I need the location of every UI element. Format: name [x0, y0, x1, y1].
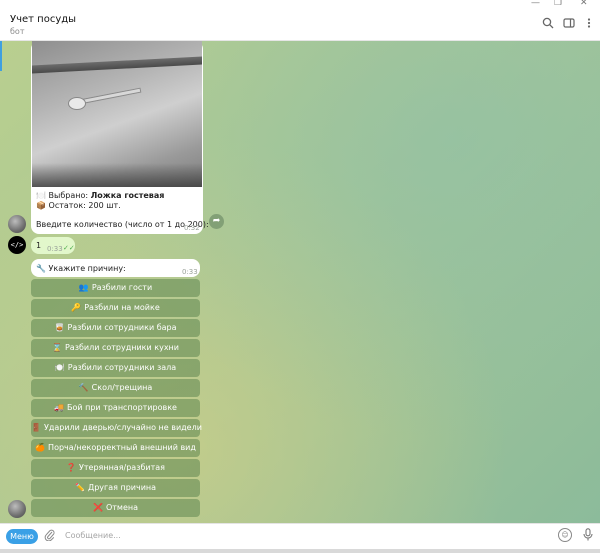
truck-icon: 🚚 — [54, 403, 64, 412]
microphone-icon[interactable] — [583, 528, 593, 544]
menu-button[interactable]: Меню — [6, 529, 38, 544]
spoon-photo[interactable] — [32, 41, 202, 187]
question-icon: ❓ — [66, 463, 76, 472]
stock-text: Остаток: 200 шт. — [48, 201, 121, 210]
chat-header: Учет посуды бот — [0, 8, 600, 41]
reason-button-hall-staff[interactable]: 🍽️ Разбили сотрудники зала — [31, 359, 200, 377]
search-icon[interactable] — [541, 17, 555, 31]
reason-button-transport[interactable]: 🚚 Бой при транспортировке — [31, 399, 200, 417]
reason-button-lost[interactable]: ❓ Утерянная/разбитая — [31, 459, 200, 477]
cross-icon: ❌ — [92, 503, 103, 512]
chat-subtitle: бот — [10, 27, 25, 36]
reason-button-kitchen-staff[interactable]: ⌛ Разбили сотрудники кухни — [31, 339, 200, 357]
orange-icon: 🍊 — [35, 443, 46, 452]
button-label: Утерянная/разбитая — [79, 463, 165, 472]
button-label: Разбили сотрудники зала — [67, 363, 177, 372]
selected-item-name: Ложка гостевая — [90, 191, 165, 200]
user-message-text: 1 — [36, 241, 42, 250]
reason-time: 0:33 — [182, 268, 198, 276]
tray-icon: 🍽️ — [36, 191, 46, 200]
button-label: Порча/некорректный внешний вид — [48, 443, 196, 452]
message-time: 0:32 — [184, 224, 200, 232]
button-label: Другая причина — [87, 483, 157, 492]
box-icon: 📦 — [36, 201, 46, 210]
reason-button-dishwashing[interactable]: 🔑 Разбили на мойке — [31, 299, 200, 317]
hourglass-icon: ⌛ — [52, 343, 62, 352]
selected-item-line: 🍽️ Выбрано: Ложка гостевая — [36, 191, 164, 200]
attach-icon[interactable] — [44, 529, 55, 544]
selected-prefix: Выбрано: — [48, 191, 91, 200]
reason-prompt: Укажите причину: — [48, 264, 126, 273]
reason-button-damage[interactable]: 🍊 Порча/некорректный внешний вид — [31, 439, 200, 457]
message-input[interactable]: Сообщение... — [65, 531, 121, 540]
people-icon: 👥 — [78, 283, 89, 292]
bottom-edge — [0, 549, 600, 553]
bot-avatar[interactable] — [8, 500, 26, 518]
user-message-time: 0:33 — [47, 245, 63, 253]
button-label: Отмена — [105, 503, 138, 512]
minimize-icon[interactable]: — — [531, 0, 540, 8]
read-check-icon: ✓✓ — [63, 244, 75, 252]
message-composer: Меню Сообщение... ☺ — [0, 523, 600, 550]
bot-avatar[interactable] — [8, 215, 26, 233]
glass-icon: 🥃 — [54, 323, 65, 332]
door-icon: 🚪 — [31, 423, 41, 432]
close-icon[interactable]: ✕ — [580, 0, 588, 8]
button-label: Бой при транспортировке — [67, 403, 177, 412]
reason-button-guests[interactable]: 👥 Разбили гости — [31, 279, 200, 297]
reason-button-bar-staff[interactable]: 🥃 Разбили сотрудники бара — [31, 319, 200, 337]
reason-button-door[interactable]: 🚪 Ударили дверью/случайно не видели — [31, 419, 202, 437]
maximize-icon[interactable]: ❐ — [554, 0, 562, 8]
wrench-icon: 🔧 — [36, 264, 46, 273]
chat-list-edge — [0, 41, 2, 71]
user-avatar[interactable]: </> — [8, 236, 26, 254]
pencil-icon: ✏️ — [74, 483, 85, 492]
plate-icon: 🍽️ — [54, 363, 65, 372]
button-label: Разбили сотрудники кухни — [64, 343, 179, 352]
forward-icon[interactable]: ➦ — [209, 214, 224, 229]
key-icon: 🔑 — [71, 303, 82, 312]
reason-button-chip-crack[interactable]: 🔨 Скол/трещина — [31, 379, 200, 397]
button-label: Разбили на мойке — [84, 303, 160, 312]
emoji-icon[interactable]: ☺ — [558, 528, 572, 542]
reason-button-other[interactable]: ✏️ Другая причина — [31, 479, 200, 497]
hammer-icon: 🔨 — [78, 383, 89, 392]
quantity-prompt: Введите количество (число от 1 до 200): — [36, 220, 209, 229]
button-label: Разбили сотрудники бара — [67, 323, 177, 332]
sidebar-toggle-icon[interactable] — [562, 17, 576, 31]
button-label: Ударили дверью/случайно не видели — [43, 423, 202, 432]
chat-title[interactable]: Учет посуды — [10, 14, 76, 25]
button-label: Скол/трещина — [91, 383, 153, 392]
reason-button-cancel[interactable]: ❌ Отмена — [31, 499, 200, 517]
reason-prompt-line: 🔧 Укажите причину: — [36, 264, 126, 273]
button-label: Разбили гости — [91, 283, 153, 292]
stock-line: 📦 Остаток: 200 шт. — [36, 201, 121, 210]
more-menu-icon[interactable] — [582, 17, 596, 31]
